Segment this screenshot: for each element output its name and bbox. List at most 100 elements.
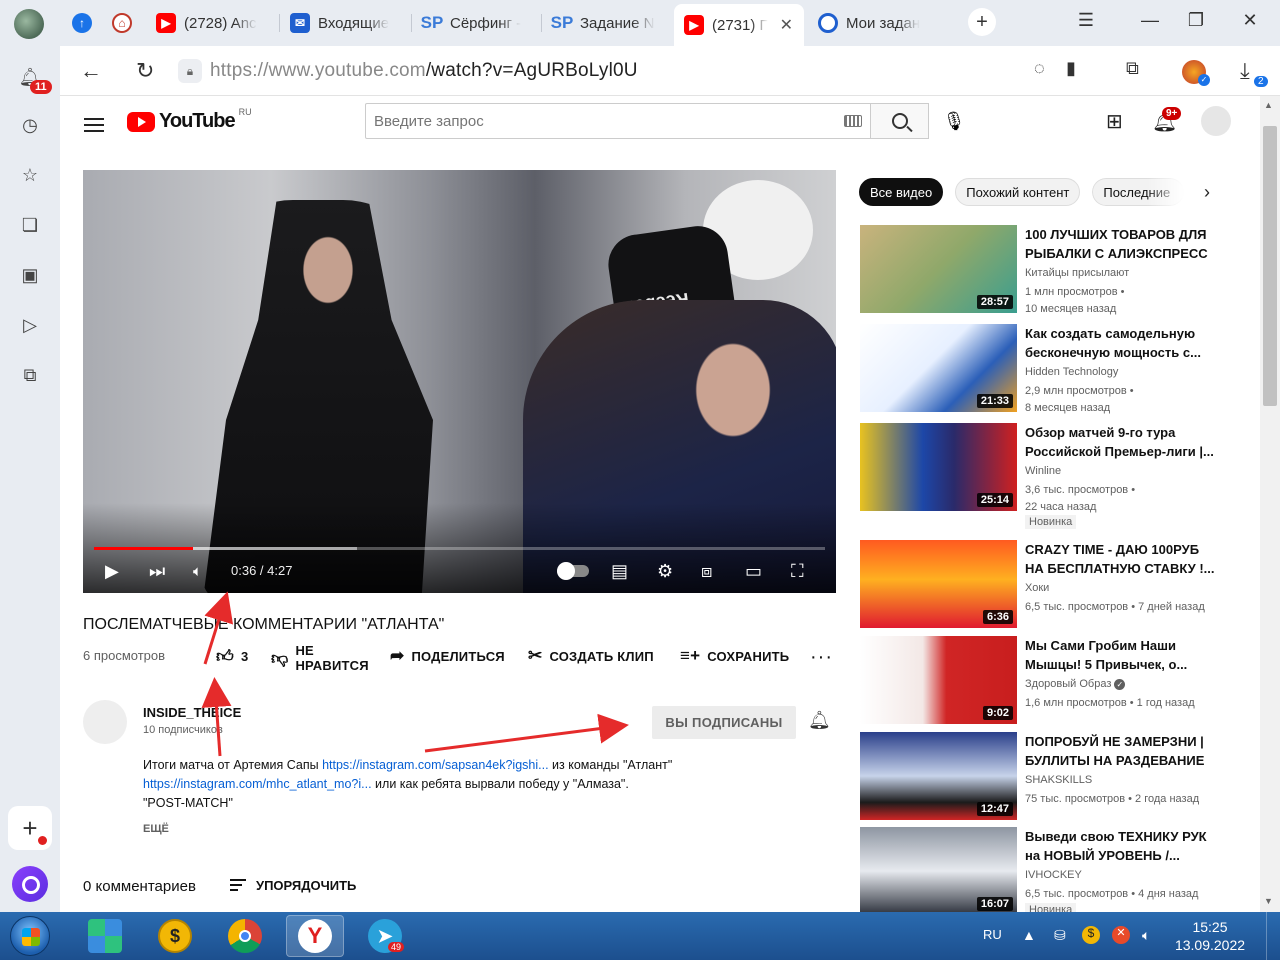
recommendation-thumbnail[interactable]: 6:36 bbox=[860, 540, 1017, 628]
scrollbar-thumb[interactable] bbox=[1263, 126, 1277, 406]
instagram-link-1[interactable]: https://instagram.com/sapsan4ek?igshi... bbox=[322, 758, 549, 772]
subtitles-icon[interactable]: ▤ bbox=[611, 560, 628, 582]
recommendation-thumbnail[interactable]: 21:33 bbox=[860, 324, 1017, 412]
tray-volume-icon[interactable]: 🔈︎ bbox=[1142, 927, 1150, 944]
recommendation-item[interactable]: 28:57 100 ЛУЧШИХ ТОВАРОВ ДЛЯ РЫБАЛКИ С АЛ… bbox=[860, 225, 1220, 317]
show-desktop-button[interactable] bbox=[1266, 912, 1280, 960]
settings-gear-icon[interactable]: ⚙ bbox=[657, 560, 673, 582]
youtube-logo[interactable]: YouTube RU bbox=[127, 107, 252, 133]
recommendation-item[interactable]: 16:07 Выведи свою ТЕХНИКУ РУК на НОВЫЙ УР… bbox=[860, 827, 1220, 912]
recommendation-title[interactable]: 100 ЛУЧШИХ ТОВАРОВ ДЛЯ РЫБАЛКИ С АЛИЭКСП… bbox=[1025, 225, 1220, 263]
tab-surfing[interactable]: SP Сёрфинг - bbox=[412, 4, 540, 42]
volume-icon[interactable]: 🔈︎ bbox=[193, 560, 202, 582]
recommendation-thumbnail[interactable]: 25:14 bbox=[860, 423, 1017, 511]
taskbar-chrome[interactable] bbox=[216, 915, 274, 957]
share-button[interactable]: ➦ ПОДЕЛИТЬСЯ bbox=[390, 646, 505, 666]
tab-task[interactable]: SP Задание N bbox=[542, 4, 670, 42]
recommendation-title[interactable]: CRAZY TIME - ДАЮ 100РУБ НА БЕСПЛАТНУЮ СТ… bbox=[1025, 540, 1220, 578]
system-clock[interactable]: 15:25 13.09.2022 bbox=[1170, 918, 1250, 954]
url-field[interactable]: 🔒︎ https://www.youtube.com/watch?v=AgURB… bbox=[178, 54, 1008, 88]
new-tab-button[interactable]: + bbox=[968, 8, 996, 36]
tab-cloud[interactable]: ↑ bbox=[62, 4, 102, 42]
bookmark-icon[interactable]: ▮ bbox=[1066, 58, 1076, 79]
alice-assistant-icon[interactable] bbox=[12, 866, 48, 902]
extensions-icon[interactable]: ⧉ bbox=[1126, 58, 1139, 79]
recommendation-thumbnail[interactable]: 12:47 bbox=[860, 732, 1017, 820]
taskbar-app-coin[interactable]: $ bbox=[146, 915, 204, 957]
theater-mode-icon[interactable]: ▭ bbox=[745, 560, 762, 582]
minimize-icon[interactable]: — bbox=[1136, 10, 1164, 31]
recommendation-title[interactable]: Мы Сами Гробим Наши Мышцы! 5 Привычек, о… bbox=[1025, 636, 1220, 674]
collections-icon[interactable]: ❏ bbox=[17, 212, 43, 238]
tab-my-tasks[interactable]: Мои задан bbox=[808, 4, 938, 42]
close-window-icon[interactable]: ✕ bbox=[1236, 10, 1264, 31]
chip-recent[interactable]: Последние bbox=[1092, 178, 1185, 206]
subscribed-button[interactable]: ВЫ ПОДПИСАНЫ bbox=[652, 706, 796, 739]
recommendation-item[interactable]: 12:47 ПОПРОБУЙ НЕ ЗАМЕРЗНИ | БУЛЛИТЫ НА Р… bbox=[860, 732, 1220, 824]
recommendation-thumbnail[interactable]: 16:07 bbox=[860, 827, 1017, 912]
guide-menu-icon[interactable] bbox=[84, 114, 104, 136]
play-icon[interactable]: ▶ bbox=[105, 560, 119, 582]
tray-coin-icon[interactable]: $ bbox=[1082, 926, 1100, 944]
search-button[interactable] bbox=[871, 103, 929, 139]
channel-name[interactable]: INSIDE_THEICE bbox=[143, 705, 241, 720]
recommendation-title[interactable]: Как создать самодельную бесконечную мощн… bbox=[1025, 324, 1220, 362]
save-button[interactable]: ≡+ СОХРАНИТЬ bbox=[680, 646, 789, 666]
dislike-button[interactable]: 👎︎ НЕ НРАВИТСЯ bbox=[271, 643, 369, 673]
play-circle-icon[interactable]: ▷ bbox=[17, 312, 43, 338]
recommendation-title[interactable]: Обзор матчей 9-го тура Российской Премье… bbox=[1025, 423, 1220, 461]
tab-app[interactable]: ⌂ bbox=[102, 4, 142, 42]
chip-related[interactable]: Похожий контент bbox=[955, 178, 1081, 206]
download-icon[interactable]: ⤓ bbox=[1240, 58, 1250, 84]
history-clock-icon[interactable]: ◷ bbox=[17, 112, 43, 138]
tray-network-icon[interactable]: ⛁ bbox=[1054, 927, 1066, 944]
microphone-icon[interactable]: 🎙︎ bbox=[941, 108, 967, 134]
restore-icon[interactable]: ❐ bbox=[1182, 10, 1210, 31]
menu-icon[interactable]: ☰ bbox=[1072, 10, 1100, 31]
channel-bell-icon[interactable]: 🔔︎ bbox=[808, 710, 831, 731]
taskbar-app-tiles[interactable] bbox=[76, 915, 134, 957]
recommendation-item[interactable]: 6:36 CRAZY TIME - ДАЮ 100РУБ НА БЕСПЛАТНУ… bbox=[860, 540, 1220, 632]
recommendation-item[interactable]: 25:14 Обзор матчей 9-го тура Российской П… bbox=[860, 423, 1220, 529]
more-actions-icon[interactable]: ··· bbox=[810, 646, 833, 669]
tab-inbox[interactable]: ✉ Входящие bbox=[280, 4, 410, 42]
scroll-down-icon[interactable]: ▼ bbox=[1264, 896, 1273, 906]
miniplayer-icon[interactable]: ⧈ bbox=[701, 560, 712, 582]
start-button[interactable] bbox=[10, 916, 50, 956]
fullscreen-icon[interactable]: ⛶ bbox=[791, 560, 804, 582]
next-icon[interactable]: ⏭︎ bbox=[149, 560, 165, 582]
account-avatar[interactable] bbox=[1201, 106, 1231, 136]
chevron-right-icon[interactable]: › bbox=[1204, 182, 1210, 203]
channel-avatar[interactable] bbox=[83, 700, 127, 744]
tray-app-icon[interactable]: ✕ bbox=[1112, 926, 1130, 944]
progress-bar[interactable] bbox=[94, 547, 825, 550]
recommendation-item[interactable]: 21:33 Как создать самодельную бесконечную… bbox=[860, 324, 1220, 416]
recommendation-thumbnail[interactable]: 9:02 bbox=[860, 636, 1017, 724]
show-more-button[interactable]: ЕЩЁ bbox=[143, 823, 169, 835]
tab-youtube-1[interactable]: ▶ (2728) Anc bbox=[146, 4, 278, 42]
search-input[interactable] bbox=[374, 112, 844, 130]
recommendation-item[interactable]: 9:02 Мы Сами Гробим Наши Мышцы! 5 Привыче… bbox=[860, 636, 1220, 728]
reload-icon[interactable]: ↻ bbox=[136, 58, 154, 84]
like-button[interactable]: 👍︎ 3 bbox=[216, 646, 248, 667]
sidebar-app-icon[interactable]: ▣ bbox=[17, 262, 43, 288]
recommendation-thumbnail[interactable]: 28:57 bbox=[860, 225, 1017, 313]
instagram-link-2[interactable]: https://instagram.com/mhc_atlant_mo?i... bbox=[143, 777, 372, 791]
sort-comments-button[interactable]: УПОРЯДОЧИТЬ bbox=[230, 876, 356, 894]
back-arrow-icon[interactable]: ← bbox=[80, 58, 102, 84]
create-video-icon[interactable]: ⊞ bbox=[1106, 109, 1123, 134]
tray-expand-icon[interactable]: ▲ bbox=[1022, 927, 1036, 943]
taskbar-telegram[interactable]: ➤ bbox=[356, 915, 414, 957]
language-indicator[interactable]: RU bbox=[983, 927, 1002, 942]
keyboard-icon[interactable] bbox=[844, 115, 862, 127]
taskbar-yandex[interactable]: Y bbox=[286, 915, 344, 957]
video-player[interactable]: ▶ ⏭︎ 🔈︎ 0:36 / 4:27 ▤ ⚙ ⧈ ▭ ⛶ bbox=[83, 170, 836, 593]
translate-icon[interactable]: ◌ bbox=[1034, 58, 1045, 79]
close-tab-icon[interactable]: ✕ bbox=[780, 15, 793, 35]
lock-icon[interactable]: 🔒︎ bbox=[178, 59, 202, 83]
tab-youtube-active[interactable]: ▶ (2731) Г ✕ bbox=[674, 4, 804, 46]
page-scrollbar[interactable]: ▲ ▼ bbox=[1260, 96, 1280, 912]
chip-all-videos[interactable]: Все видео bbox=[859, 178, 944, 206]
autoplay-toggle[interactable] bbox=[557, 560, 589, 582]
profile-avatar[interactable] bbox=[14, 9, 44, 39]
